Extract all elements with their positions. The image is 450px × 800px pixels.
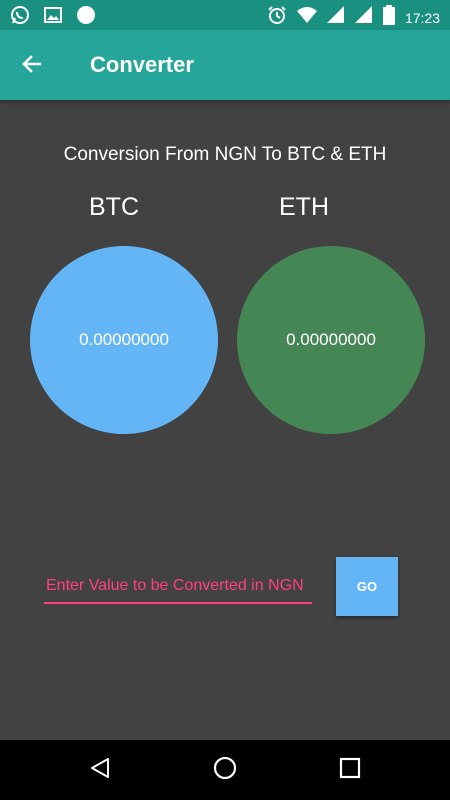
circle-icon [76,5,96,30]
btc-value-circle: 0.00000000 [30,246,218,434]
app-title: Converter [90,52,194,77]
nav-home-icon [212,755,238,786]
go-button[interactable]: GO [336,557,398,616]
wifi-icon [296,6,317,29]
nav-home-button[interactable] [210,755,240,785]
whatsapp-icon [10,5,30,30]
status-bar-right: 17:23 [267,5,440,30]
ngn-input-container [44,570,312,604]
btc-value: 0.00000000 [79,330,169,349]
back-button[interactable] [18,52,46,80]
status-bar: 17:23 [0,0,450,30]
battery-icon [382,5,395,30]
nav-recents-button[interactable] [335,755,365,785]
arrow-back-icon [20,52,44,81]
nav-back-icon [88,756,112,785]
app-bar: Converter [0,30,450,100]
nav-back-button[interactable] [85,755,115,785]
ngn-input[interactable] [44,570,312,602]
status-time: 17:23 [404,9,440,26]
eth-value-circle: 0.00000000 [237,246,425,434]
nav-recents-icon [339,757,361,784]
image-icon [44,6,62,29]
status-bar-left [10,5,96,30]
alarm-icon [267,5,287,30]
eth-label: ETH [279,193,329,221]
conversion-heading: Conversion From NGN To BTC & ETH [63,144,387,165]
signal-icon [326,6,345,29]
signal-r-icon [354,6,373,29]
navigation-bar [0,740,450,800]
eth-value: 0.00000000 [286,330,376,349]
btc-label: BTC [89,193,139,221]
